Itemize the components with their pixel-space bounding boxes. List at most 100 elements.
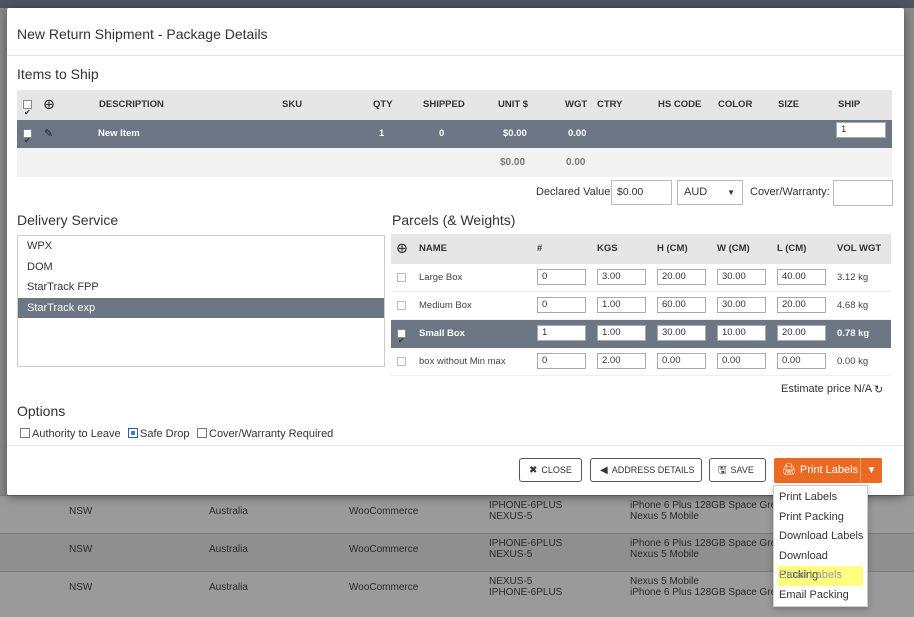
parcel-row[interactable]: box without Min max 0 2.00 0.00 0.00 0.0… xyxy=(391,348,891,376)
menu-item-download-labels[interactable]: Download Labels xyxy=(774,527,867,547)
col-kgs: KGS xyxy=(597,243,618,254)
parcel-checkbox[interactable] xyxy=(397,348,406,376)
option-safe-drop[interactable]: Safe Drop xyxy=(128,428,190,440)
parcel-length-input[interactable]: 0.00 xyxy=(777,353,826,369)
parcel-checkbox[interactable] xyxy=(397,320,406,355)
option-authority-to-leave[interactable]: Authority to Leave xyxy=(20,428,121,440)
option-label: Authority to Leave xyxy=(32,428,121,440)
total-unit: $0.00 xyxy=(500,157,526,168)
parcel-height-input[interactable]: 20.00 xyxy=(657,269,706,285)
col-wgt: WGT xyxy=(565,99,588,110)
parcel-checkbox[interactable] xyxy=(397,292,406,320)
parcel-count-input[interactable]: 0 xyxy=(537,297,586,313)
product-line: Nexus 5 Mobile xyxy=(630,576,699,587)
address-details-label: ADDRESS DETAILS xyxy=(611,465,695,475)
address-details-button[interactable]: ◀ ADDRESS DETAILS xyxy=(590,458,702,482)
sku-line: IPHONE-6PLUS xyxy=(489,587,563,598)
menu-item-print-labels[interactable]: Print Labels xyxy=(774,488,867,508)
parcel-height-input[interactable]: 60.00 xyxy=(657,297,706,313)
col-name: NAME xyxy=(419,243,447,254)
parcel-width-input[interactable]: 30.00 xyxy=(717,297,766,313)
delivery-option-wpx[interactable]: WPX xyxy=(18,236,384,257)
parcel-width-input[interactable]: 30.00 xyxy=(717,269,766,285)
parcel-row[interactable]: Large Box 0 3.00 20.00 30.00 40.00 3.12 … xyxy=(391,264,891,292)
item-checkbox[interactable] xyxy=(23,120,32,155)
sku-line: NEXUS-5 xyxy=(489,576,533,587)
declared-value-label: Declared Value: xyxy=(536,186,614,198)
add-parcel-icon[interactable]: ⨁ xyxy=(397,234,407,264)
menu-item-download-packing[interactable]: Download Packing xyxy=(774,547,867,582)
parcel-width-input[interactable]: 10.00 xyxy=(717,325,766,341)
edit-pencil-icon[interactable]: ✎ xyxy=(44,120,53,148)
delivery-option-startrack-fpp[interactable]: StarTrack FPP xyxy=(18,277,384,298)
item-shipped: 0 xyxy=(439,128,445,139)
col-ship: SHIP xyxy=(838,99,861,110)
item-weight: 0.00 xyxy=(568,128,587,139)
parcel-height-input[interactable]: 30.00 xyxy=(657,325,706,341)
parcel-kgs-input[interactable]: 2.00 xyxy=(597,353,646,369)
col-ctry: CTRY xyxy=(597,99,623,110)
sku-line: NEXUS-5 xyxy=(489,511,533,522)
items-table-header: ⨁ DESCRIPTION SKU QTY SHIPPED UNIT $ WGT… xyxy=(17,90,892,128)
store-cell: WooCommerce xyxy=(349,544,419,555)
parcel-count-input[interactable]: 0 xyxy=(537,269,586,285)
item-row[interactable]: ✎ New Item 1 0 $0.00 0.00 1 xyxy=(17,120,892,155)
item-unit-price: $0.00 xyxy=(503,128,527,139)
checkbox-icon[interactable] xyxy=(197,428,207,438)
select-all-checkbox[interactable] xyxy=(23,90,32,128)
parcel-kgs-input[interactable]: 3.00 xyxy=(597,269,646,285)
menu-item-email-packing[interactable]: Email Packing xyxy=(774,586,867,606)
sku-line: IPHONE-6PLUS xyxy=(489,500,563,511)
parcel-name: Large Box xyxy=(419,272,463,283)
checkbox-icon[interactable] xyxy=(128,428,138,438)
modal-title: New Return Shipment - Package Details xyxy=(7,8,904,56)
currency-select[interactable]: AUD ▼ xyxy=(677,180,743,205)
print-labels-button[interactable]: 🖨 Print Labels ▼ xyxy=(774,458,882,483)
parcel-count-input[interactable]: 1 xyxy=(537,325,586,341)
declared-value-input[interactable]: $0.00 xyxy=(611,180,672,205)
delivery-option-startrack-exp[interactable]: StarTrack exp xyxy=(18,297,384,318)
delivery-section-title: Delivery Service xyxy=(17,212,119,228)
sku-cell: IPHONE-6PLUS NEXUS-5 xyxy=(489,538,562,560)
sku-line: IPHONE-6PLUS xyxy=(489,538,563,549)
menu-item-email-labels[interactable]: Email Labels xyxy=(778,566,863,586)
option-label: Cover/Warranty Required xyxy=(209,428,334,440)
product-line: Nexus 5 Mobile xyxy=(630,511,699,522)
chevron-down-icon: ▼ xyxy=(727,188,735,197)
parcel-length-input[interactable]: 20.00 xyxy=(777,297,826,313)
col-height: H (CM) xyxy=(657,243,688,254)
option-cover-warranty[interactable]: Cover/Warranty Required xyxy=(197,428,333,440)
parcel-row[interactable]: Small Box 1 1.00 30.00 10.00 20.00 0.78 … xyxy=(391,320,891,355)
col-description: DESCRIPTION xyxy=(99,99,164,110)
checkbox-icon[interactable] xyxy=(20,428,30,438)
parcels-table: ⨁ NAME # KGS H (CM) W (CM) L (CM) VOL WG… xyxy=(391,234,891,376)
add-item-icon[interactable]: ⨁ xyxy=(44,90,54,120)
print-options-menu: Print Labels Print Packing Download Labe… xyxy=(773,485,868,607)
ship-qty-input[interactable]: 1 xyxy=(836,122,886,138)
delivery-option-dom[interactable]: DOM xyxy=(18,257,384,278)
menu-item-print-packing[interactable]: Print Packing xyxy=(774,508,867,528)
estimate-price-text: Estimate price N/A xyxy=(781,383,873,395)
parcel-height-input[interactable]: 0.00 xyxy=(657,353,706,369)
parcel-checkbox[interactable] xyxy=(397,264,406,292)
parcel-length-input[interactable]: 40.00 xyxy=(777,269,826,285)
state-cell: NSW xyxy=(69,582,93,593)
cover-warranty-input[interactable] xyxy=(833,180,893,206)
country-cell: Australia xyxy=(209,506,248,517)
col-unit: UNIT $ xyxy=(498,99,529,110)
parcel-kgs-input[interactable]: 1.00 xyxy=(597,325,646,341)
parcel-length-input[interactable]: 20.00 xyxy=(777,325,826,341)
parcel-width-input[interactable]: 0.00 xyxy=(717,353,766,369)
chevron-down-icon[interactable]: ▼ xyxy=(860,458,882,483)
product-cell: iPhone 6 Plus 128GB Space Grey Nexus 5 Mo… xyxy=(630,538,781,560)
parcel-count-input[interactable]: 0 xyxy=(537,353,586,369)
close-button[interactable]: ✖ CLOSE xyxy=(519,458,582,482)
product-line: iPhone 6 Plus 128GB Space Grey xyxy=(630,587,782,598)
save-button[interactable]: 🖫 SAVE xyxy=(709,458,766,482)
refresh-icon[interactable]: ↻ xyxy=(874,383,883,396)
country-cell: Australia xyxy=(209,544,248,555)
parcel-row[interactable]: Medium Box 0 1.00 60.00 30.00 20.00 4.68… xyxy=(391,292,891,320)
delivery-service-list[interactable]: WPX DOM StarTrack FPP StarTrack exp xyxy=(17,235,385,367)
parcel-kgs-input[interactable]: 1.00 xyxy=(597,297,646,313)
col-count: # xyxy=(537,243,543,254)
